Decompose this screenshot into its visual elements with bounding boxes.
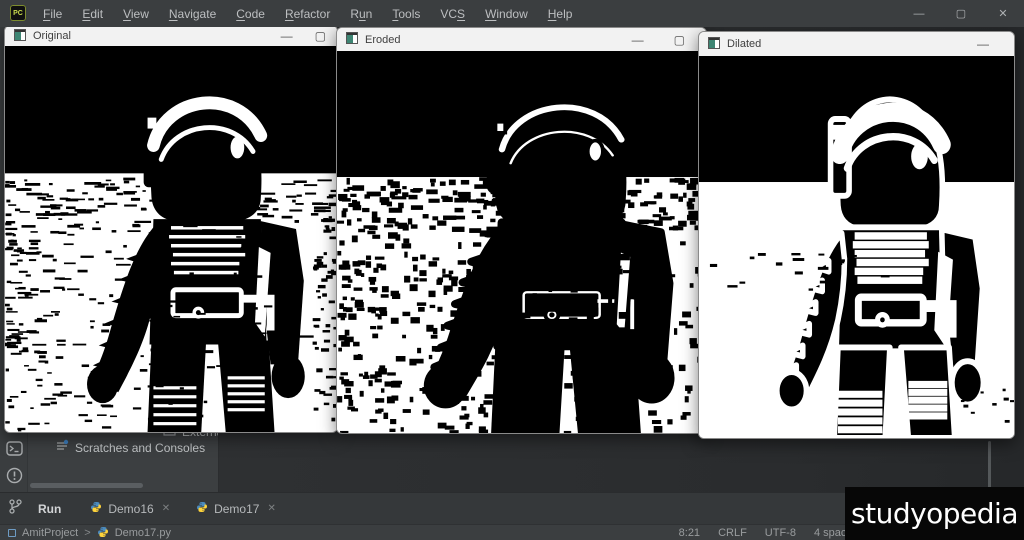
menu-refactor[interactable]: Refactor	[276, 4, 339, 24]
horizontal-scrollbar[interactable]	[30, 483, 143, 488]
status-widgets: 8:21 CRLF UTF-8 4 spaces	[679, 525, 858, 540]
pycharm-window: PC FileEditViewNavigateCodeRefactorRunTo…	[0, 0, 1024, 540]
binary-image-original	[5, 46, 337, 432]
opencv-titlebar[interactable]: Dilated —	[699, 32, 1014, 56]
binary-image-eroded	[337, 51, 706, 433]
menu-code[interactable]: Code	[227, 4, 274, 24]
menu-tools[interactable]: Tools	[383, 4, 429, 24]
breadcrumb-file[interactable]: Demo17.py	[115, 527, 171, 539]
ide-title-bar: PC FileEditViewNavigateCodeRefactorRunTo…	[0, 0, 1024, 27]
maximize-button[interactable]: ▢	[315, 30, 326, 42]
run-tab-label: Demo16	[108, 502, 153, 516]
minimize-button[interactable]: —	[281, 30, 293, 42]
opencv-window-original[interactable]: Original —▢	[4, 25, 338, 433]
tree-item-scratches-and-consoles[interactable]: Scratches and Consoles	[55, 439, 205, 456]
maximize-button[interactable]: ▢	[940, 0, 982, 27]
menu-help[interactable]: Help	[539, 4, 582, 24]
problems-icon[interactable]	[6, 467, 23, 484]
opencv-window-dilated[interactable]: Dilated —	[698, 31, 1015, 439]
pycharm-logo-icon: PC	[10, 5, 26, 21]
binary-image-dilated	[699, 56, 1014, 438]
opencv-titlebar[interactable]: Eroded —▢	[337, 28, 706, 51]
run-tab-demo16[interactable]: Demo16 ✕	[81, 496, 179, 521]
minimize-button[interactable]: —	[632, 34, 644, 46]
opencv-window-buttons: —▢	[632, 34, 697, 46]
opencv-window-title: Original	[33, 30, 71, 42]
close-tab-icon[interactable]: ✕	[162, 503, 170, 514]
opencv-image-icon	[346, 32, 358, 47]
window-controls: — ▢ ✕	[898, 0, 1024, 27]
breadcrumb-project[interactable]: AmitProject	[22, 527, 78, 539]
caret-position[interactable]: 8:21	[679, 527, 700, 539]
breadcrumb-separator: >	[84, 527, 90, 539]
scratches-icon	[55, 439, 69, 456]
project-icon	[8, 529, 16, 537]
menu-navigate[interactable]: Navigate	[160, 4, 225, 24]
opencv-image-icon	[14, 29, 26, 44]
close-tab-icon[interactable]: ✕	[267, 503, 275, 514]
run-panel-title: Run	[38, 502, 61, 516]
menu-edit[interactable]: Edit	[73, 4, 112, 24]
opencv-window-title: Eroded	[365, 34, 400, 46]
menu-window[interactable]: Window	[476, 4, 537, 24]
opencv-window-title: Dilated	[727, 38, 761, 50]
menu-file[interactable]: File	[34, 4, 71, 24]
menu-bar: FileEditViewNavigateCodeRefactorRunTools…	[34, 4, 581, 24]
git-branch-icon[interactable]	[7, 498, 24, 515]
minimize-button[interactable]: —	[977, 38, 989, 50]
run-tabs: Demo16 ✕ Demo17 ✕	[81, 496, 285, 521]
line-separator-indicator[interactable]: CRLF	[718, 527, 747, 539]
studyopedia-watermark: studyopedia	[845, 487, 1024, 540]
menu-vcs[interactable]: VCS	[431, 4, 474, 24]
run-tab-demo17[interactable]: Demo17 ✕	[187, 496, 285, 521]
opencv-window-eroded[interactable]: Eroded —▢	[336, 27, 707, 434]
run-tab-label: Demo17	[214, 502, 259, 516]
close-button[interactable]: ✕	[982, 0, 1024, 27]
opencv-image-icon	[708, 37, 720, 52]
breadcrumb: AmitProject > Demo17.py	[8, 525, 171, 540]
minimize-button[interactable]: —	[898, 0, 940, 27]
console-vertical-scrollbar[interactable]	[988, 441, 991, 489]
opencv-window-buttons: —	[977, 38, 1005, 50]
terminal-icon[interactable]	[6, 440, 23, 457]
menu-run[interactable]: Run	[341, 4, 381, 24]
encoding-indicator[interactable]: UTF-8	[765, 527, 796, 539]
maximize-button[interactable]: ▢	[674, 34, 685, 46]
python-file-icon	[196, 501, 208, 516]
python-file-icon	[97, 526, 109, 540]
opencv-titlebar[interactable]: Original —▢	[5, 26, 337, 46]
opencv-window-buttons: —▢	[281, 30, 328, 42]
menu-view[interactable]: View	[114, 4, 158, 24]
python-file-icon	[90, 501, 102, 516]
